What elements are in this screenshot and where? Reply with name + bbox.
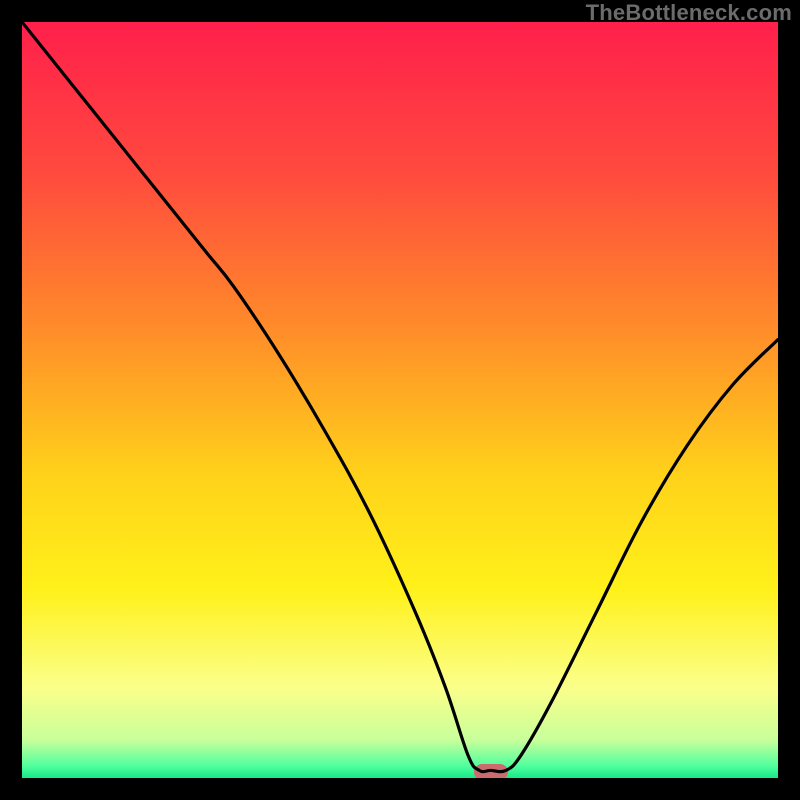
attribution-text: TheBottleneck.com — [586, 0, 792, 26]
bottleneck-curve — [22, 22, 778, 778]
plot-area — [22, 22, 778, 778]
chart-frame: TheBottleneck.com — [0, 0, 800, 800]
